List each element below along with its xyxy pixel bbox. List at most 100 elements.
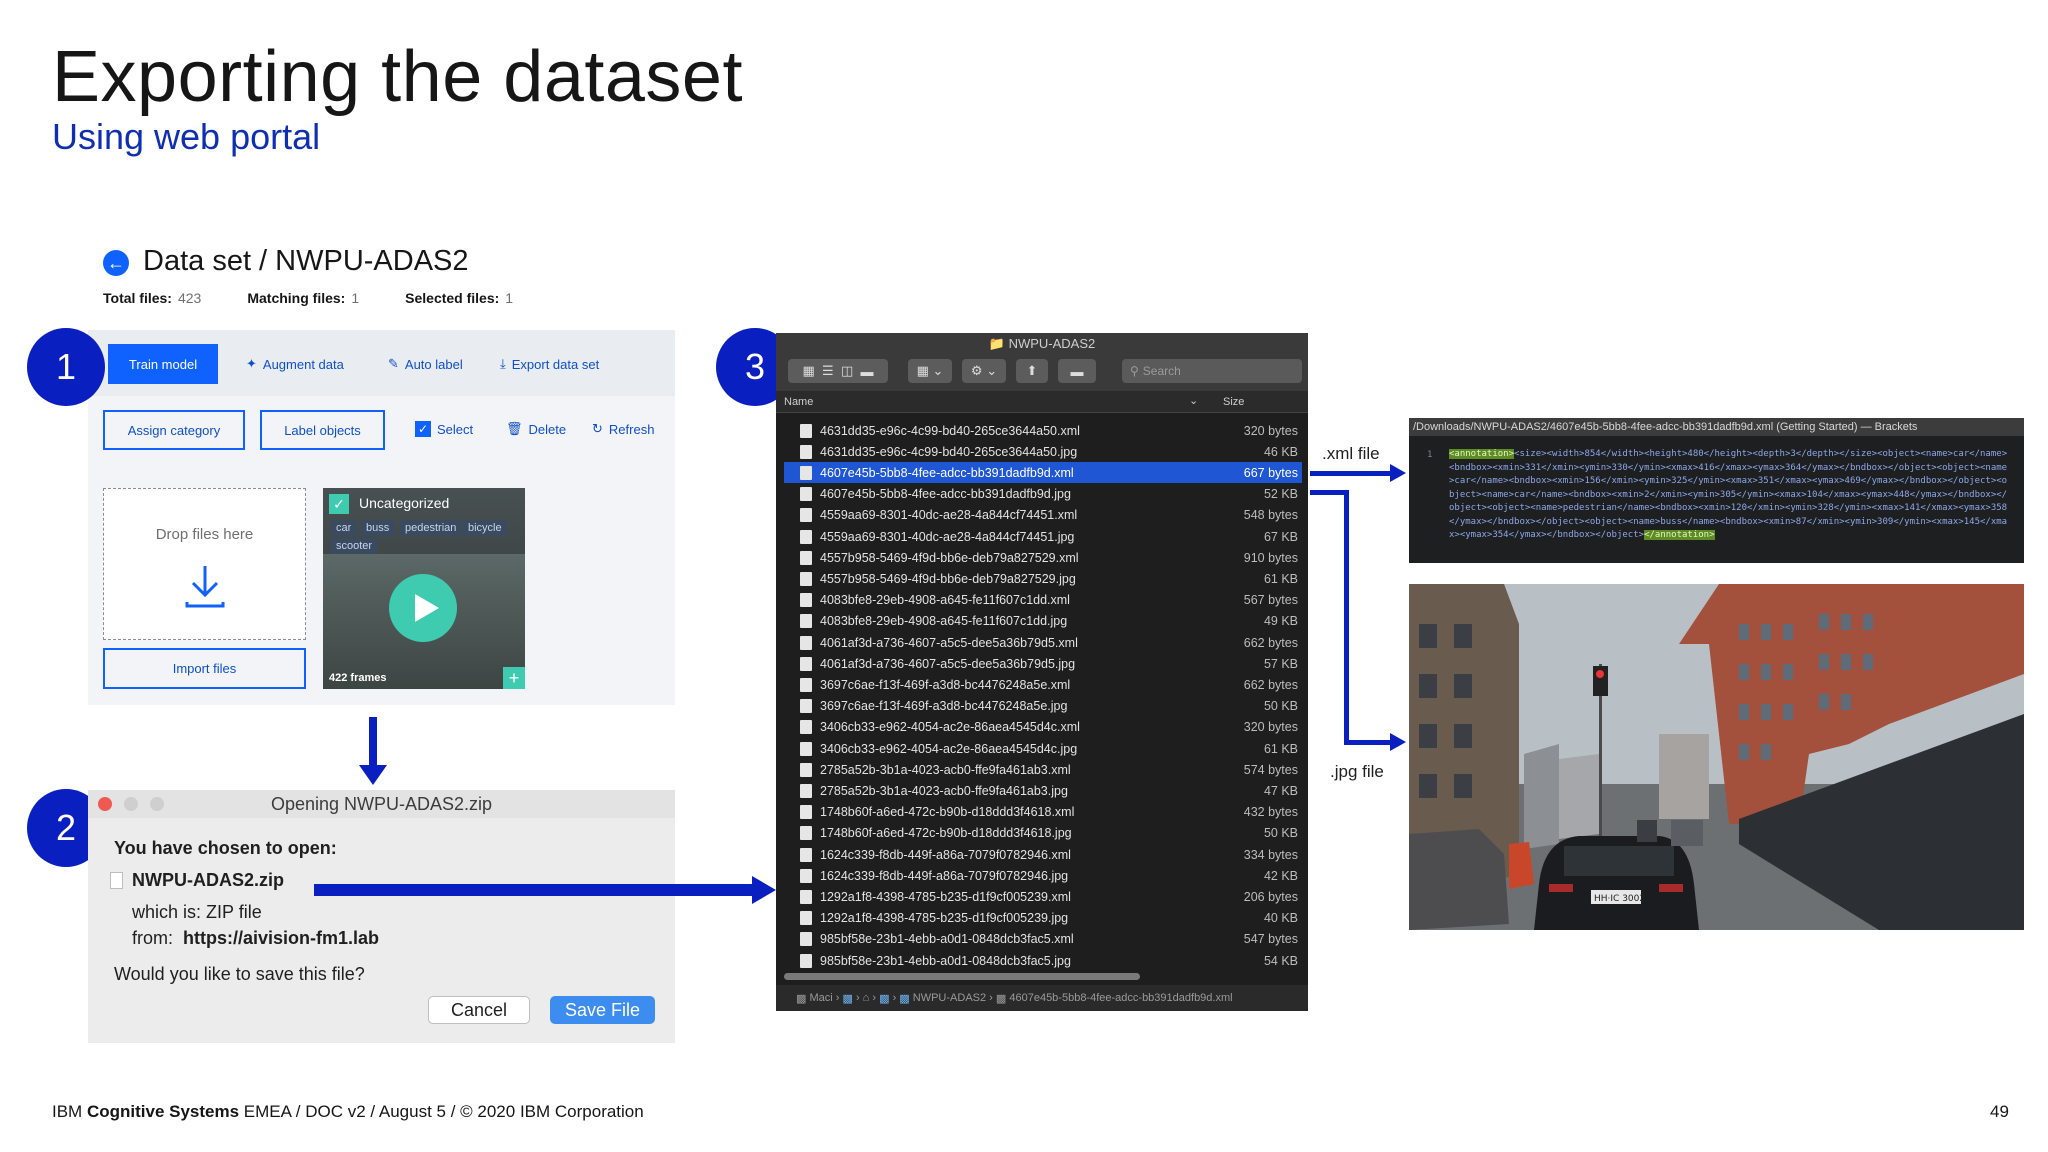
- add-icon[interactable]: +: [503, 667, 525, 689]
- file-name: 1748b60f-a6ed-472c-b90b-d18ddd3f4618.jpg: [820, 826, 1072, 841]
- finder-file-row[interactable]: 985bf58e-23b1-4ebb-a0d1-0848dcb3fac5.xml…: [784, 929, 1302, 950]
- file-name: 3697c6ae-f13f-469f-a3d8-bc4476248a5e.xml: [820, 677, 1071, 692]
- cancel-button[interactable]: Cancel: [428, 996, 530, 1024]
- thumbnail-checkbox-icon[interactable]: ✓: [329, 494, 349, 514]
- finder-window: 📁 NWPU-ADAS2 ▦ ☰ ◫ ▬ ▦ ⌄ ⚙ ⌄ ⬆ ▬ ⚲ Search…: [776, 333, 1308, 1011]
- file-size: 320 bytes: [1243, 720, 1298, 735]
- finder-file-row[interactable]: 1292a1f8-4398-4785-b235-d1f9cf005239.jpg…: [784, 908, 1302, 929]
- slide-subtitle: Using web portal: [52, 116, 321, 157]
- sparkle-icon: ✦: [246, 356, 257, 371]
- step-badge-1: 1: [27, 328, 105, 406]
- finder-file-row[interactable]: 1624c339-f8db-449f-a86a-7079f0782946.jpg…: [784, 865, 1302, 886]
- save-file-button[interactable]: Save File: [550, 996, 655, 1024]
- finder-file-row[interactable]: 1624c339-f8db-449f-a86a-7079f0782946.xml…: [784, 844, 1302, 865]
- finder-file-row[interactable]: 4557b958-5469-4f9d-bb6e-deb79a827529.xml…: [784, 547, 1302, 568]
- folder-icon: ▩: [899, 992, 910, 1005]
- jpg-file-icon: [800, 656, 812, 671]
- finder-file-row[interactable]: 3406cb33-e962-4054-ac2e-86aea4545d4c.jpg…: [784, 738, 1302, 759]
- finder-file-row[interactable]: 4083bfe8-29eb-4908-a645-fe11f607c1dd.jpg…: [784, 611, 1302, 632]
- finder-scrollbar[interactable]: [784, 973, 1140, 980]
- finder-file-row[interactable]: 3697c6ae-f13f-469f-a3d8-bc4476248a5e.jpg…: [784, 696, 1302, 717]
- finder-file-row[interactable]: 4631dd35-e96c-4c99-bd40-265ce3644a50.xml…: [784, 420, 1302, 441]
- file-name: 4631dd35-e96c-4c99-bd40-265ce3644a50.xml: [820, 423, 1080, 438]
- file-name: 4083bfe8-29eb-4908-a645-fe11f607c1dd.jpg: [820, 614, 1068, 629]
- auto-label-button[interactable]: ✎ Auto label: [388, 356, 463, 372]
- assign-category-button[interactable]: Assign category: [103, 410, 245, 450]
- finder-file-row[interactable]: 2785a52b-3b1a-4023-acb0-ffe9fa461ab3.jpg…: [784, 780, 1302, 801]
- tag-buss: buss: [361, 520, 395, 536]
- label-objects-button[interactable]: Label objects: [260, 410, 385, 450]
- import-files-button[interactable]: Import files: [103, 648, 306, 689]
- file-size: 667 bytes: [1243, 465, 1298, 480]
- train-model-button[interactable]: Train model: [108, 344, 218, 384]
- file-size: 50 KB: [1263, 826, 1298, 841]
- file-size: 61 KB: [1263, 571, 1298, 586]
- video-thumbnail[interactable]: ✓ Uncategorized car buss pedestrian bicy…: [323, 488, 525, 689]
- file-name: 4607e45b-5bb8-4fee-adcc-bb391dadfb9d.jpg: [820, 487, 1071, 502]
- file-name: 4557b958-5469-4f9d-bb6e-deb79a827529.jpg: [820, 571, 1076, 586]
- delete-button[interactable]: 🗑 Delete: [506, 421, 566, 437]
- action-menu-button[interactable]: ⚙ ⌄: [962, 359, 1006, 383]
- finder-file-row[interactable]: 4061af3d-a736-4607-a5c5-dee5a36b79d5.jpg…: [784, 653, 1302, 674]
- file-name: 3406cb33-e962-4054-ac2e-86aea4545d4c.xml: [820, 720, 1080, 735]
- column-view-icon[interactable]: ◫: [841, 363, 853, 379]
- select-toggle[interactable]: ✓ Select: [415, 421, 473, 437]
- finder-file-row[interactable]: 4559aa69-8301-40dc-ae28-4a844cf74451.jpg…: [784, 526, 1302, 547]
- finder-file-row[interactable]: 985bf58e-23b1-4ebb-a0d1-0848dcb3fac5.jpg…: [784, 950, 1302, 971]
- finder-file-row[interactable]: 3406cb33-e962-4054-ac2e-86aea4545d4c.xml…: [784, 717, 1302, 738]
- jpg-file-icon: [800, 783, 812, 798]
- xml-editor-window: /Downloads/NWPU-ADAS2/4607e45b-5bb8-4fee…: [1409, 418, 2024, 563]
- finder-file-row[interactable]: 1748b60f-a6ed-472c-b90b-d18ddd3f4618.xml…: [784, 802, 1302, 823]
- finder-file-row[interactable]: 4061af3d-a736-4607-a5c5-dee5a36b79d5.xml…: [784, 632, 1302, 653]
- folder-icon: ▩: [842, 992, 853, 1005]
- flow-arrow-down: [369, 717, 377, 767]
- view-mode-segmented-control[interactable]: ▦ ☰ ◫ ▬: [788, 359, 888, 383]
- dialog-source: from: https://aivision-fm1.lab: [132, 928, 380, 948]
- finder-file-row[interactable]: 4607e45b-5bb8-4fee-adcc-bb391dadfb9d.jpg…: [784, 484, 1302, 505]
- play-icon[interactable]: [389, 574, 457, 642]
- file-name: 3406cb33-e962-4054-ac2e-86aea4545d4c.jpg: [820, 741, 1078, 756]
- finder-file-row[interactable]: 4559aa69-8301-40dc-ae28-4a844cf74451.xml…: [784, 505, 1302, 526]
- xml-file-icon: [800, 677, 812, 692]
- finder-file-row[interactable]: 4607e45b-5bb8-4fee-adcc-bb391dadfb9d.xml…: [784, 462, 1302, 484]
- gallery-view-icon[interactable]: ▬: [860, 364, 873, 379]
- jpg-file-icon: [800, 953, 812, 968]
- finder-file-row[interactable]: 2785a52b-3b1a-4023-acb0-ffe9fa461ab3.xml…: [784, 759, 1302, 780]
- file-name: 4607e45b-5bb8-4fee-adcc-bb391dadfb9d.xml: [820, 465, 1074, 480]
- file-icon: ▩: [995, 992, 1007, 1005]
- file-size: 574 bytes: [1243, 762, 1298, 777]
- file-name: 4083bfe8-29eb-4908-a645-fe11f607c1dd.xml: [820, 593, 1070, 608]
- jpg-file-icon: [800, 444, 812, 459]
- xml-file-icon: [800, 593, 812, 608]
- refresh-button[interactable]: ↻ Refresh: [592, 421, 654, 437]
- finder-search-input[interactable]: ⚲ Search: [1122, 359, 1302, 383]
- column-size-header[interactable]: Size: [1223, 396, 1244, 408]
- disk-icon: ▩: [796, 992, 807, 1005]
- file-size: 334 bytes: [1243, 847, 1298, 862]
- list-view-icon[interactable]: ☰: [822, 363, 834, 379]
- jpg-file-icon: [800, 741, 812, 756]
- finder-file-row[interactable]: 4083bfe8-29eb-4908-a645-fe11f607c1dd.xml…: [784, 590, 1302, 611]
- group-by-button[interactable]: ▦ ⌄: [908, 359, 952, 383]
- file-name: 1748b60f-a6ed-472c-b90b-d18ddd3f4618.xml: [820, 805, 1075, 820]
- export-data-set-button[interactable]: ⤓ Export data set: [500, 356, 599, 372]
- file-size: 46 KB: [1263, 444, 1298, 459]
- column-name-header[interactable]: Name: [784, 396, 813, 408]
- jpg-file-icon: [800, 699, 812, 714]
- icon-view-icon[interactable]: ▦: [803, 363, 815, 379]
- tags-button[interactable]: ▬: [1058, 359, 1096, 383]
- street-scene-image: HH·IC 3002: [1409, 584, 2024, 930]
- finder-file-row[interactable]: 1292a1f8-4398-4785-b235-d1f9cf005239.xml…: [784, 886, 1302, 907]
- file-name: 4557b958-5469-4f9d-bb6e-deb79a827529.xml: [820, 550, 1079, 565]
- finder-file-row[interactable]: 4631dd35-e96c-4c99-bd40-265ce3644a50.jpg…: [784, 441, 1302, 462]
- augment-data-button[interactable]: ✦ Augment data: [246, 356, 344, 372]
- tag-icon: ▬: [1070, 363, 1084, 379]
- finder-file-row[interactable]: 3697c6ae-f13f-469f-a3d8-bc4476248a5e.xml…: [784, 674, 1302, 695]
- file-size: 52 KB: [1263, 487, 1298, 502]
- finder-file-row[interactable]: 1748b60f-a6ed-472c-b90b-d18ddd3f4618.jpg…: [784, 823, 1302, 844]
- back-arrow-icon[interactable]: ←: [103, 250, 129, 276]
- share-button[interactable]: ⬆: [1016, 359, 1048, 383]
- finder-file-row[interactable]: 4557b958-5469-4f9d-bb6e-deb79a827529.jpg…: [784, 568, 1302, 589]
- file-icon: [110, 872, 123, 889]
- chevron-down-icon: ⌄: [986, 363, 998, 378]
